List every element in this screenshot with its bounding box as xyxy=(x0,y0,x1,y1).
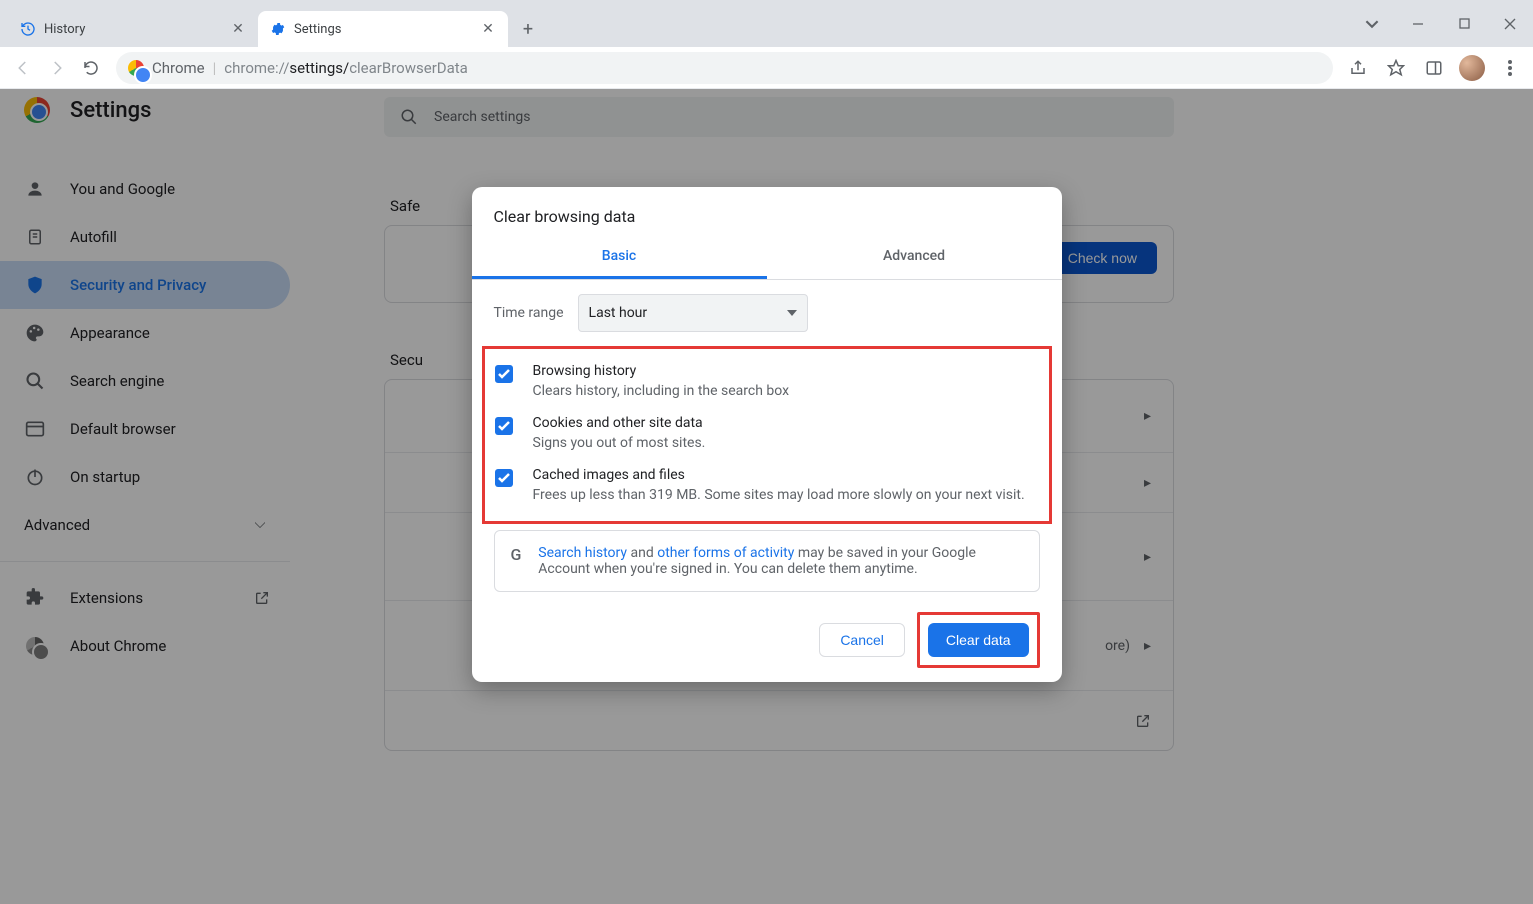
checkbox-checked-icon[interactable] xyxy=(495,417,513,435)
share-icon[interactable] xyxy=(1341,51,1375,85)
time-range-select[interactable]: Last hour xyxy=(578,294,808,332)
chrome-chip-icon xyxy=(128,60,144,76)
clear-browsing-data-dialog: Clear browsing data Basic Advanced Time … xyxy=(472,187,1062,682)
tab-history-close[interactable]: ✕ xyxy=(230,21,246,37)
dialog-tabs: Basic Advanced xyxy=(472,236,1062,280)
bookmark-star-icon[interactable] xyxy=(1379,51,1413,85)
chrome-chip-label: Chrome xyxy=(152,59,205,77)
other-activity-link[interactable]: other forms of activity xyxy=(657,545,794,561)
window-close[interactable] xyxy=(1487,6,1533,42)
browser-toolbar: Chrome | chrome://settings/clearBrowserD… xyxy=(0,47,1533,89)
time-range-value: Last hour xyxy=(589,305,648,321)
profile-avatar[interactable] xyxy=(1455,51,1489,85)
checkbox-label: Cached images and files xyxy=(533,467,1025,483)
google-g-icon: G xyxy=(511,545,523,577)
checkbox-checked-icon[interactable] xyxy=(495,469,513,487)
tab-history[interactable]: History ✕ xyxy=(8,11,258,47)
tab-advanced[interactable]: Advanced xyxy=(767,236,1062,279)
chrome-menu-icon[interactable] xyxy=(1493,51,1527,85)
info-text: and xyxy=(627,545,657,561)
browser-tabstrip: History ✕ Settings ✕ + xyxy=(0,0,1533,47)
tab-history-label: History xyxy=(44,22,85,37)
window-controls xyxy=(1349,0,1533,47)
cancel-button[interactable]: Cancel xyxy=(819,623,905,657)
url-main: settings/ xyxy=(289,59,349,77)
window-minimize[interactable] xyxy=(1395,6,1441,42)
window-maximize[interactable] xyxy=(1441,6,1487,42)
time-range-label: Time range xyxy=(494,305,564,321)
tab-settings[interactable]: Settings ✕ xyxy=(258,11,508,47)
forward-button[interactable] xyxy=(40,51,74,85)
checkbox-description: Signs you out of most sites. xyxy=(533,435,706,451)
google-account-info: G Search history and other forms of acti… xyxy=(494,530,1040,592)
annotation-highlight-clear-button: Clear data xyxy=(917,612,1040,668)
dropdown-icon xyxy=(787,310,797,316)
side-panel-icon[interactable] xyxy=(1417,51,1451,85)
annotation-highlight-checkboxes: Browsing history Clears history, includi… xyxy=(482,346,1052,524)
omnibox-separator: | xyxy=(213,59,217,77)
checkbox-description: Clears history, including in the search … xyxy=(533,383,790,399)
gear-icon xyxy=(270,21,286,37)
checkbox-label: Cookies and other site data xyxy=(533,415,706,431)
tab-search-icon[interactable] xyxy=(1349,6,1395,42)
url-tail: clearBrowserData xyxy=(349,59,468,77)
address-bar[interactable]: Chrome | chrome://settings/clearBrowserD… xyxy=(116,52,1333,84)
history-icon xyxy=(20,21,36,37)
checkbox-row-browsing-history[interactable]: Browsing history Clears history, includi… xyxy=(495,355,1039,407)
dialog-title: Clear browsing data xyxy=(472,187,1062,236)
clear-data-button[interactable]: Clear data xyxy=(928,623,1029,657)
tab-basic[interactable]: Basic xyxy=(472,236,767,279)
tab-settings-label: Settings xyxy=(294,22,341,37)
url-prefix: chrome:// xyxy=(224,59,289,77)
reload-button[interactable] xyxy=(74,51,108,85)
new-tab-button[interactable]: + xyxy=(514,15,542,43)
back-button[interactable] xyxy=(6,51,40,85)
tab-settings-close[interactable]: ✕ xyxy=(480,21,496,37)
search-history-link[interactable]: Search history xyxy=(538,545,627,561)
checkbox-checked-icon[interactable] xyxy=(495,365,513,383)
checkbox-row-cache[interactable]: Cached images and files Frees up less th… xyxy=(495,459,1039,511)
content-area: Settings Search settings You and Google … xyxy=(0,89,1533,904)
checkbox-label: Browsing history xyxy=(533,363,790,379)
checkbox-row-cookies[interactable]: Cookies and other site data Signs you ou… xyxy=(495,407,1039,459)
checkbox-description: Frees up less than 319 MB. Some sites ma… xyxy=(533,487,1025,503)
